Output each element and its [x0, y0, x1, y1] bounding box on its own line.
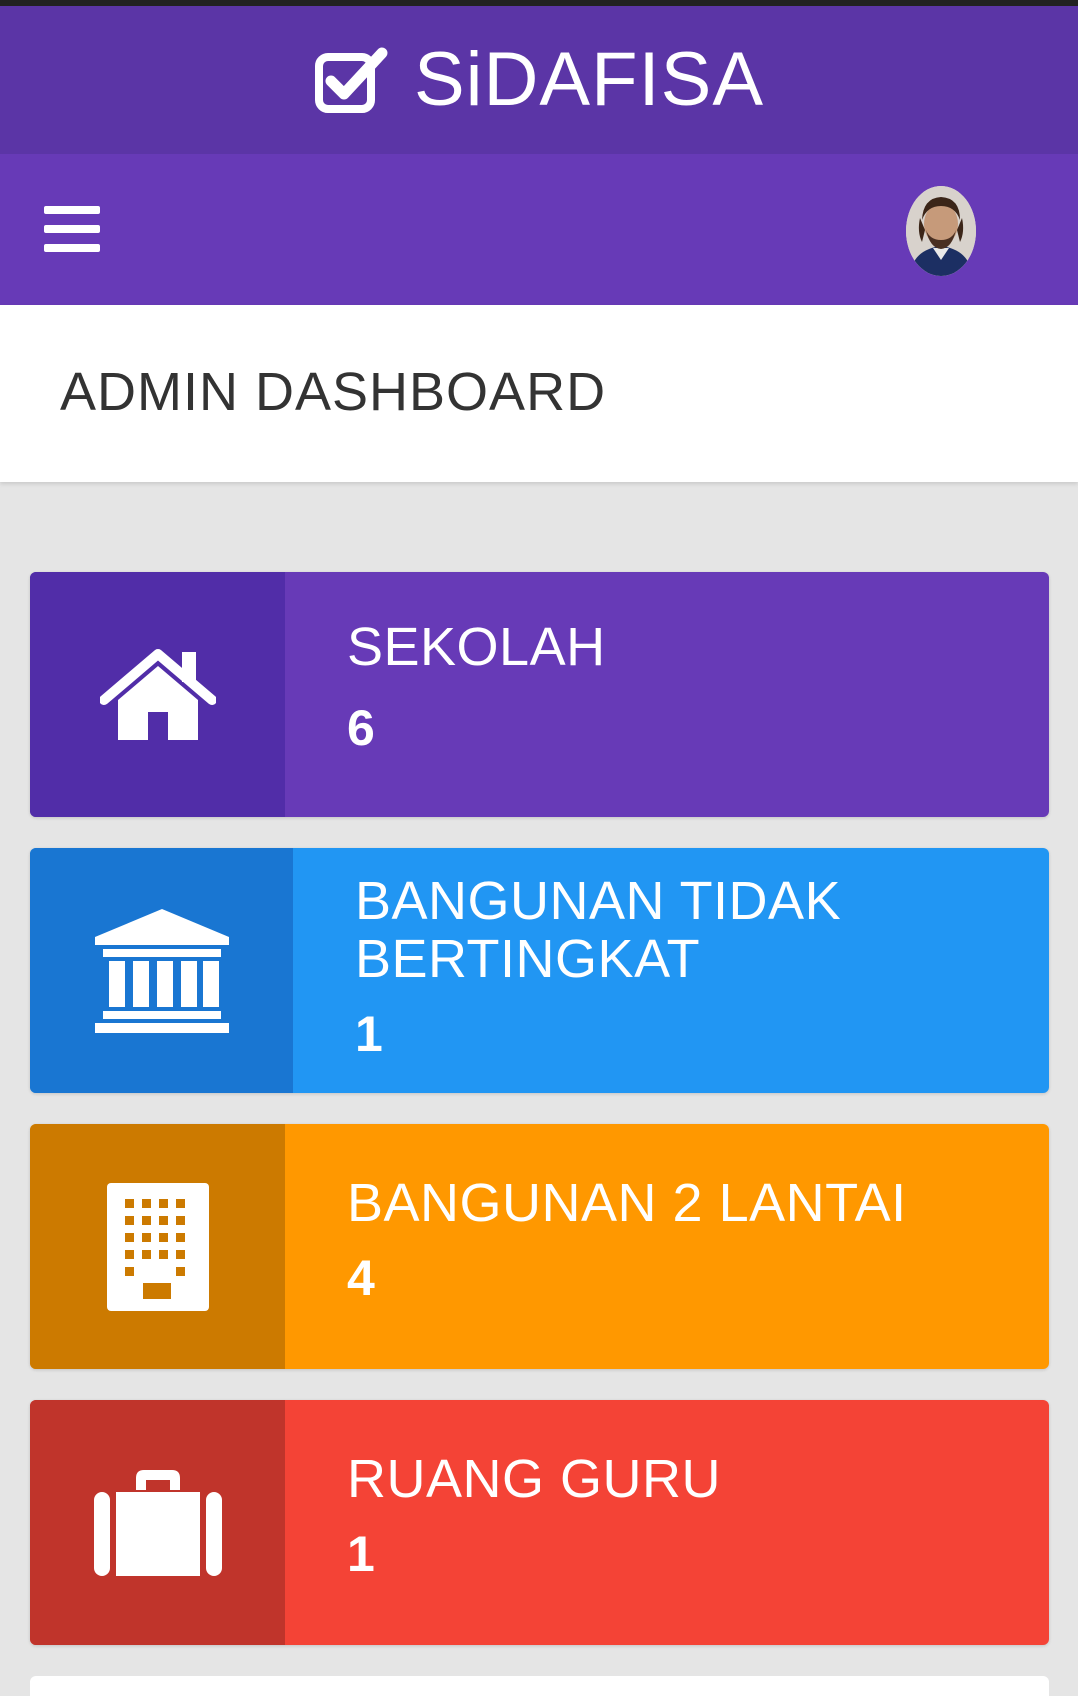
avatar[interactable]	[906, 186, 976, 276]
stat-card-label: BANGUNAN 2 LANTAI	[347, 1173, 907, 1233]
stat-card-bangunan-tidak-bertingkat[interactable]: BANGUNAN TIDAK BERTINGKAT 1	[30, 848, 1049, 1093]
hamburger-icon	[44, 206, 100, 214]
stat-card-content: BANGUNAN 2 LANTAI 4	[285, 1124, 1049, 1369]
menu-toggle-button[interactable]	[44, 206, 100, 252]
home-icon	[99, 648, 216, 740]
stat-card-ruang-guru[interactable]: RUANG GURU 1	[30, 1400, 1049, 1645]
stat-card-content: RUANG GURU 1	[285, 1400, 1049, 1645]
page-title: ADMIN DASHBOARD	[60, 362, 607, 422]
stat-card-count: 6	[347, 700, 375, 756]
stat-card-count: 1	[347, 1526, 375, 1582]
building-icon	[106, 1182, 209, 1311]
brand-bar: SiDAFISA	[0, 6, 1078, 154]
stat-card-icon-box	[30, 1400, 285, 1645]
stat-card-count: 4	[347, 1250, 375, 1306]
brand[interactable]: SiDAFISA	[314, 42, 764, 118]
stat-card-label: BANGUNAN TIDAK BERTINGKAT	[355, 871, 842, 989]
stat-card-content: BANGUNAN TIDAK BERTINGKAT 1	[293, 848, 1049, 1093]
user-avatar-image	[906, 186, 976, 276]
stat-card-icon-box	[30, 848, 293, 1093]
stat-card-content: SEKOLAH 6	[285, 572, 1049, 817]
next-card-peek	[30, 1676, 1049, 1696]
stat-card-count: 1	[355, 1006, 383, 1062]
app-title: SiDAFISA	[413, 37, 765, 122]
stat-card-label: SEKOLAH	[347, 617, 606, 677]
page-header: ADMIN DASHBOARD	[0, 305, 1078, 482]
briefcase-icon	[93, 1469, 222, 1576]
stat-card-bangunan-2-lantai[interactable]: BANGUNAN 2 LANTAI 4	[30, 1124, 1049, 1369]
stat-card-icon-box	[30, 572, 285, 817]
stat-card-sekolah[interactable]: SEKOLAH 6	[30, 572, 1049, 817]
nav-bar	[0, 154, 1078, 305]
stat-card-icon-box	[30, 1124, 285, 1369]
check-square-icon	[314, 47, 388, 113]
institution-icon	[94, 908, 229, 1033]
stat-card-label: RUANG GURU	[347, 1449, 722, 1509]
